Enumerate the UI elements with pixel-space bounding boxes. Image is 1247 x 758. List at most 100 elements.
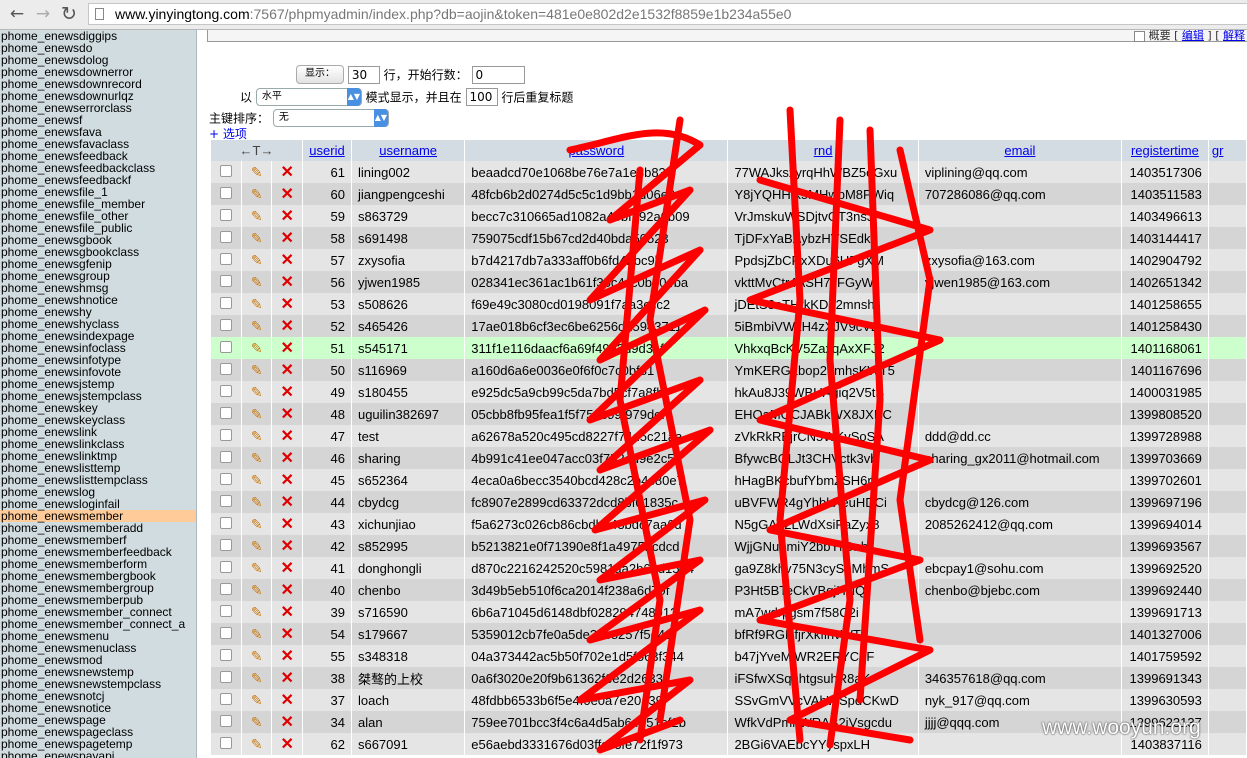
delete-x-icon[interactable]: ✕ [281,206,294,226]
pencil-icon[interactable]: ✎ [251,670,263,687]
column-header-password[interactable]: password [464,140,729,161]
pencil-icon[interactable]: ✎ [251,252,263,269]
delete-x-icon[interactable]: ✕ [281,228,294,248]
row-checkbox[interactable] [219,406,232,419]
delete-x-icon[interactable]: ✕ [281,316,294,336]
pencil-icon[interactable]: ✎ [251,274,263,291]
row-checkbox[interactable] [219,230,232,243]
delete-x-icon[interactable]: ✕ [281,558,294,578]
pencil-icon[interactable]: ✎ [251,362,263,379]
row-checkbox[interactable] [219,714,232,727]
column-header-groupid[interactable]: gr [1208,140,1247,161]
pencil-icon[interactable]: ✎ [251,428,263,445]
row-checkbox[interactable] [219,670,232,683]
pencil-icon[interactable]: ✎ [251,450,263,467]
reload-icon[interactable]: ↻ [58,3,80,25]
pencil-icon[interactable]: ✎ [251,164,263,181]
row-checkbox[interactable] [219,318,232,331]
row-checkbox[interactable] [219,450,232,463]
column-resize-handle[interactable]: ←T→ [211,140,304,161]
table-row[interactable]: ✎ ✕ 39 s716590 6b6a71045d6148dbf028294748912… [211,601,1247,623]
table-row[interactable]: ✎ ✕ 45 s652364 4eca0a6becc3540bcd428c2b4c80e… [211,469,1247,491]
sidebar-item-table[interactable]: phome_enewspayapi [0,750,196,758]
table-row[interactable]: ✎ ✕ 42 s852995 b5213821e0f71390e8f1a4975bcdc… [211,535,1247,557]
arrow-right-icon[interactable]: → [32,3,54,25]
delete-x-icon[interactable]: ✕ [281,338,294,358]
table-row[interactable]: ✎ ✕ 38 桀骜的上校 0a6f3020e20f9b61362f6e2d2633d iF… [211,667,1247,689]
table-row[interactable]: ✎ ✕ 54 s179667 5359012cb7fe0a5de24c8257f5e42… [211,623,1247,645]
show-button[interactable]: 显示： [296,65,344,84]
pencil-icon[interactable]: ✎ [251,714,263,731]
delete-x-icon[interactable]: ✕ [281,470,294,490]
column-header-username[interactable]: username [351,140,466,161]
row-checkbox[interactable] [219,626,232,639]
row-checkbox[interactable] [219,516,232,529]
row-checkbox[interactable] [219,604,232,617]
pencil-icon[interactable]: ✎ [251,692,263,709]
delete-x-icon[interactable]: ✕ [281,492,294,512]
edit-link[interactable]: 编辑 [1182,30,1204,42]
summary-checkbox[interactable] [1133,30,1145,42]
table-row[interactable]: ✎ ✕ 58 s691498 759075cdf15b67cd2d40bda50523 T… [211,227,1247,249]
row-checkbox[interactable] [219,472,232,485]
row-checkbox[interactable] [219,692,232,705]
row-checkbox[interactable] [219,494,232,507]
table-row[interactable]: ✎ ✕ 55 s348318 04a373442ac5b50f702e1d5f563f3… [211,645,1247,667]
column-header-registertime[interactable]: registertime [1121,140,1209,161]
start-row-input[interactable]: 0 [471,65,525,84]
table-row[interactable]: ✎ ✕ 53 s508626 f69e49c3080cd0198091f7aa3ccc2… [211,293,1247,315]
arrow-left-icon[interactable]: ← [6,3,28,25]
rows-input[interactable]: 30 [347,65,380,84]
explain-link[interactable]: 解释 [1223,30,1245,42]
row-checkbox[interactable] [219,274,232,287]
delete-x-icon[interactable]: ✕ [281,426,294,446]
delete-x-icon[interactable]: ✕ [281,624,294,644]
table-row[interactable]: ✎ ✕ 41 donghongli d870c2216242520c5981aa2b6a… [211,557,1247,579]
delete-x-icon[interactable]: ✕ [281,404,294,424]
table-row[interactable]: ✎ ✕ 57 zxysofia b7d4217db7a333aff0b6fd42bc9b… [211,249,1247,271]
delete-x-icon[interactable]: ✕ [281,580,294,600]
pencil-icon[interactable]: ✎ [251,604,263,621]
row-checkbox[interactable] [219,384,232,397]
table-row[interactable]: ✎ ✕ 49 s180455 e925dc5a9cb99c5da7bd5cf7a8fb h… [211,381,1247,403]
pencil-icon[interactable]: ✎ [251,538,263,555]
pencil-icon[interactable]: ✎ [251,648,263,665]
pencil-icon[interactable]: ✎ [251,582,263,599]
table-row[interactable]: ✎ ✕ 40 chenbo 3d49b5eb510f6ca2014f238a6d79f P… [211,579,1247,601]
table-row[interactable]: ✎ ✕ 46 sharing 4b991c41ee047acc03f752ed9e2c5… [211,447,1247,469]
row-checkbox[interactable] [219,648,232,661]
table-row[interactable]: ✎ ✕ 43 xichunjiao f5a6273c026cb86cbdb643bdc7… [211,513,1247,535]
table-row[interactable]: ✎ ✕ 51 s545171 311f1e116daacf6a69f49a3d9d31f… [211,337,1247,359]
row-checkbox[interactable] [219,560,232,573]
pencil-icon[interactable]: ✎ [251,208,263,225]
row-checkbox[interactable] [219,186,232,199]
table-row[interactable]: ✎ ✕ 50 s116969 a160d6a6e0036e0f6f0c7c0bf81 Ym… [211,359,1247,381]
delete-x-icon[interactable]: ✕ [281,272,294,292]
column-header-userid[interactable]: userid [302,140,352,161]
table-row[interactable]: ✎ ✕ 52 s465426 17ae018b6cf3ec6be6256d1594371… [211,315,1247,337]
row-checkbox[interactable] [219,252,232,265]
repeat-input[interactable]: 100 [465,88,498,106]
pencil-icon[interactable]: ✎ [251,318,263,335]
pencil-icon[interactable]: ✎ [251,494,263,511]
table-row[interactable]: ✎ ✕ 47 test a62678a520c495cd8227f74d5c21aa zV… [211,425,1247,447]
row-checkbox[interactable] [219,208,232,221]
row-checkbox[interactable] [219,164,232,177]
mode-select[interactable]: 水平 ▲▼ [255,88,362,106]
pencil-icon[interactable]: ✎ [251,230,263,247]
delete-x-icon[interactable]: ✕ [281,162,294,182]
row-checkbox[interactable] [219,362,232,375]
delete-x-icon[interactable]: ✕ [281,382,294,402]
table-row[interactable]: ✎ ✕ 61 lining002 beaadcd70e1068be76e7a1e3b83… [211,161,1247,183]
table-row[interactable]: ✎ ✕ 59 s863729 becc7c310665ad1082a45bf192a0b… [211,205,1247,227]
delete-x-icon[interactable]: ✕ [281,448,294,468]
delete-x-icon[interactable]: ✕ [281,712,294,732]
delete-x-icon[interactable]: ✕ [281,294,294,314]
pencil-icon[interactable]: ✎ [251,736,263,753]
column-header-rnd[interactable]: rnd [727,140,919,161]
row-checkbox[interactable] [219,582,232,595]
options-link[interactable]: + 选项 [209,127,247,141]
row-checkbox[interactable] [219,428,232,441]
table-row[interactable]: ✎ ✕ 44 cbydcg fc8907e2899cd63372dcd8bf01835c… [211,491,1247,513]
sort-select[interactable]: 无 ▲▼ [272,109,389,127]
